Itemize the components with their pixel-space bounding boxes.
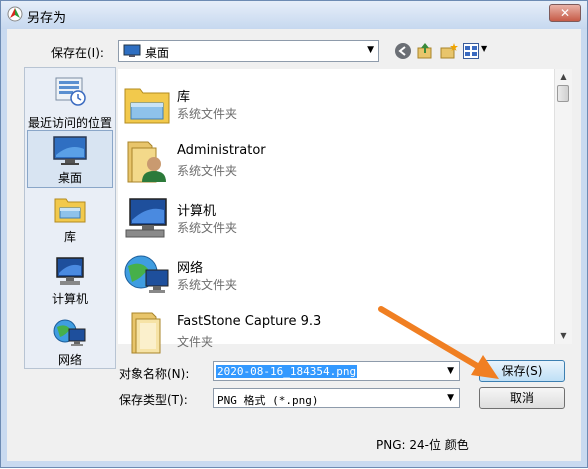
filename-label: 对象名称(N): [119,367,190,381]
file-type: 系统文件夹 [177,278,238,292]
scroll-down-icon[interactable]: ▼ [556,328,571,343]
place-label: 库 [63,230,76,244]
close-button[interactable]: ✕ [549,4,581,22]
chevron-down-icon[interactable]: ▼ [447,393,454,403]
place-label: 网络 [57,353,82,367]
place-recent[interactable]: 最近访问的位置 [27,74,113,134]
network-icon [124,255,169,293]
save-button[interactable]: 保存(S) [479,360,565,382]
file-type: 文件夹 [177,335,214,349]
list-item[interactable]: FastStone Capture 9.3 文件夹 [118,303,554,359]
file-list[interactable]: 库 系统文件夹 Administrator 系统文件夹 计算机 系统文件夹 网络… [118,69,554,354]
chevron-down-icon[interactable]: ▼ [447,366,454,376]
place-library[interactable]: 库 [27,195,113,247]
new-folder-icon[interactable] [439,42,459,60]
desktop-small-icon [123,44,141,57]
library-icon [54,198,86,223]
file-name: 网络 [177,261,204,276]
status-text: PNG: 24-位 颜色 [376,438,469,452]
folder-icon [131,312,161,354]
place-label: 桌面 [57,171,82,185]
list-item[interactable]: Administrator 系统文件夹 [118,132,554,188]
filename-value: 2020-08-16_184354.png [216,365,358,378]
place-label: 计算机 [51,292,88,306]
place-label: 最近访问的位置 [27,116,112,130]
dialog-body: 保存在(I): 桌面 ▼ ▼ 最近访问的位置 桌面 库 计算机 网络 库 系统文… [7,29,581,461]
location-value: 桌面 [145,46,170,60]
place-desktop[interactable]: 桌面 [27,130,113,188]
recent-places-icon [55,77,86,106]
filetype-value: PNG 格式 (*.png) [217,394,319,407]
vertical-scrollbar[interactable]: ▲ ▼ [554,69,572,344]
list-item[interactable]: 库 系统文件夹 [118,75,554,131]
save-in-label: 保存在(I): [51,46,104,60]
file-type: 系统文件夹 [177,107,238,121]
desktop-icon [53,136,87,165]
filetype-select[interactable]: PNG 格式 (*.png) ▼ [213,388,460,408]
view-menu-icon[interactable]: ▼ [463,42,491,60]
window-title: 另存为 [27,11,67,26]
list-item[interactable]: 网络 系统文件夹 [118,246,554,302]
chevron-down-icon[interactable]: ▼ [481,44,487,53]
app-icon [7,6,23,22]
back-icon[interactable] [394,42,412,60]
file-name: FastStone Capture 9.3 [177,314,322,329]
file-name: 库 [177,90,191,105]
file-name: Administrator [177,143,266,158]
file-type: 系统文件夹 [177,221,238,235]
chevron-down-icon[interactable]: ▼ [367,45,374,55]
scroll-up-icon[interactable]: ▲ [556,69,571,84]
places-bar: 最近访问的位置 桌面 库 计算机 网络 [24,67,116,369]
library-folder-icon [124,88,170,124]
computer-icon [125,198,167,238]
file-type: 系统文件夹 [177,164,238,178]
computer-icon [56,257,84,285]
network-icon [53,319,86,346]
filename-input[interactable]: 2020-08-16_184354.png ▼ [213,361,460,381]
list-item[interactable]: 计算机 系统文件夹 [118,189,554,245]
title-bar: 另存为 ✕ [1,1,587,29]
place-network[interactable]: 网络 [27,317,113,369]
up-folder-icon[interactable] [416,42,434,60]
cancel-button[interactable]: 取消 [479,387,565,409]
place-computer[interactable]: 计算机 [27,256,113,308]
filetype-label: 保存类型(T): [119,393,188,407]
location-combo[interactable]: 桌面 ▼ [118,40,379,62]
user-folder-icon [127,141,166,183]
scroll-thumb[interactable] [557,85,569,102]
save-as-dialog: 另存为 ✕ 保存在(I): 桌面 ▼ ▼ 最近访问的位置 桌面 库 计算机 网络… [0,0,588,468]
file-name: 计算机 [177,204,217,219]
